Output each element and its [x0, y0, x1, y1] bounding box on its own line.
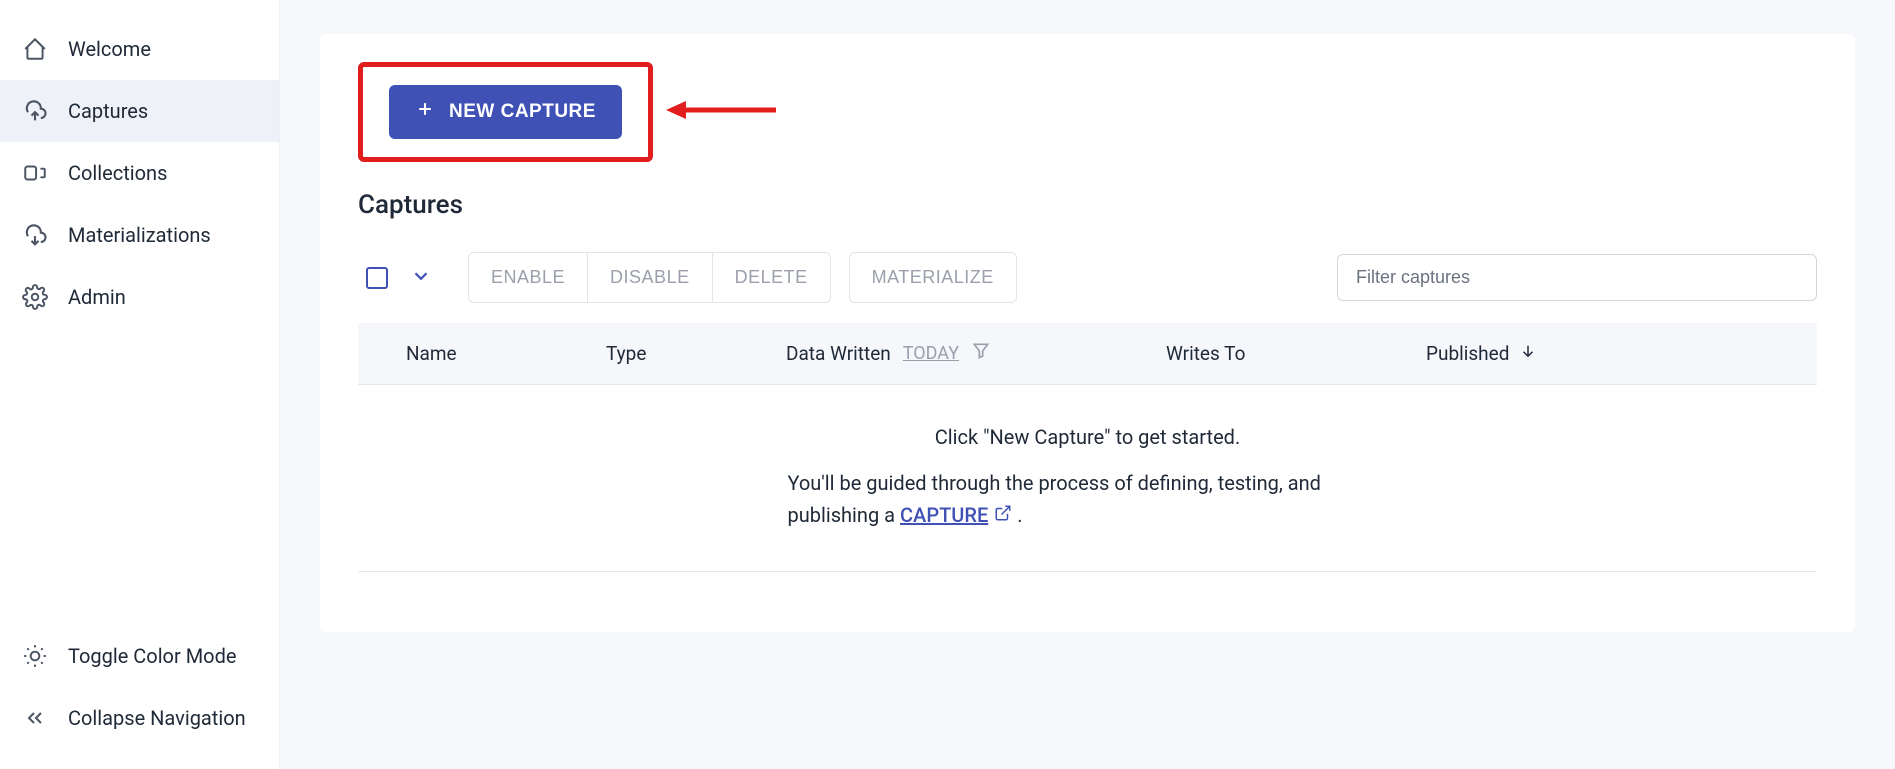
sidebar-item-label: Collections: [68, 161, 167, 185]
sidebar-item-label: Captures: [68, 99, 148, 123]
external-link-icon: [994, 499, 1012, 531]
sidebar-item-welcome[interactable]: Welcome: [0, 18, 279, 80]
filter-captures-input[interactable]: [1337, 254, 1817, 301]
chevrons-left-icon: [20, 703, 50, 733]
empty-desc-part1: You'll be guided through the process of …: [788, 471, 1321, 527]
enable-button[interactable]: ENABLE: [469, 253, 588, 302]
new-capture-label: NEW CAPTURE: [449, 101, 596, 123]
plus-icon: [415, 99, 435, 125]
sidebar-item-label: Toggle Color Mode: [68, 644, 236, 668]
sidebar-item-collections[interactable]: Collections: [0, 142, 279, 204]
table-header: Name Type Data Written TODAY Writes To P…: [358, 323, 1817, 385]
sidebar-item-label: Collapse Navigation: [68, 706, 246, 730]
cloud-upload-icon: [20, 96, 50, 126]
sun-icon: [20, 641, 50, 671]
page-title: Captures: [358, 190, 1817, 220]
annotation-highlight: NEW CAPTURE: [358, 62, 653, 162]
sort-down-icon: [1519, 342, 1537, 365]
disable-button[interactable]: DISABLE: [588, 253, 713, 302]
collections-icon: [20, 158, 50, 188]
captures-card: NEW CAPTURE Captures ENABLE DISABLE DELE…: [320, 34, 1855, 632]
sidebar-item-captures[interactable]: Captures: [0, 80, 279, 142]
new-capture-button[interactable]: NEW CAPTURE: [389, 85, 622, 139]
col-type[interactable]: Type: [606, 342, 786, 365]
col-published-label: Published: [1426, 342, 1509, 365]
empty-desc-part2: .: [1017, 503, 1022, 527]
sidebar-item-label: Materializations: [68, 223, 211, 247]
capture-link[interactable]: CAPTURE: [900, 499, 1012, 531]
sidebar-item-collapse[interactable]: Collapse Navigation: [0, 687, 279, 749]
sidebar-item-admin[interactable]: Admin: [0, 266, 279, 328]
sidebar-top: Welcome Captures Collections Materializa…: [0, 0, 279, 625]
home-icon: [20, 34, 50, 64]
gear-icon: [20, 282, 50, 312]
select-all-group: [358, 265, 432, 291]
sidebar-item-label: Welcome: [68, 37, 151, 61]
sidebar: Welcome Captures Collections Materializa…: [0, 0, 280, 769]
sidebar-item-label: Admin: [68, 285, 126, 309]
arrow-annotation-icon: [666, 95, 776, 129]
materialize-button[interactable]: MATERIALIZE: [849, 252, 1017, 303]
sidebar-item-color-mode[interactable]: Toggle Color Mode: [0, 625, 279, 687]
action-button-group: ENABLE DISABLE DELETE: [468, 252, 831, 303]
empty-description: You'll be guided through the process of …: [788, 467, 1388, 531]
toolbar: ENABLE DISABLE DELETE MATERIALIZE: [358, 252, 1817, 303]
col-data-written-label: Data Written: [786, 342, 891, 365]
col-data-written[interactable]: Data Written TODAY: [786, 341, 1166, 366]
select-all-dropdown[interactable]: [410, 265, 432, 291]
empty-title: Click "New Capture" to get started.: [378, 425, 1797, 449]
col-published[interactable]: Published: [1426, 342, 1537, 365]
col-writes-to[interactable]: Writes To: [1166, 342, 1426, 365]
today-filter[interactable]: TODAY: [903, 343, 959, 364]
empty-state: Click "New Capture" to get started. You'…: [358, 385, 1817, 572]
sidebar-bottom: Toggle Color Mode Collapse Navigation: [0, 625, 279, 769]
filter-icon[interactable]: [971, 341, 991, 366]
main-content: NEW CAPTURE Captures ENABLE DISABLE DELE…: [280, 0, 1895, 769]
col-name[interactable]: Name: [406, 342, 606, 365]
select-all-checkbox[interactable]: [366, 267, 388, 289]
delete-button[interactable]: DELETE: [713, 253, 830, 302]
capture-link-label: CAPTURE: [900, 499, 988, 531]
sidebar-item-materializations[interactable]: Materializations: [0, 204, 279, 266]
cloud-download-icon: [20, 220, 50, 250]
